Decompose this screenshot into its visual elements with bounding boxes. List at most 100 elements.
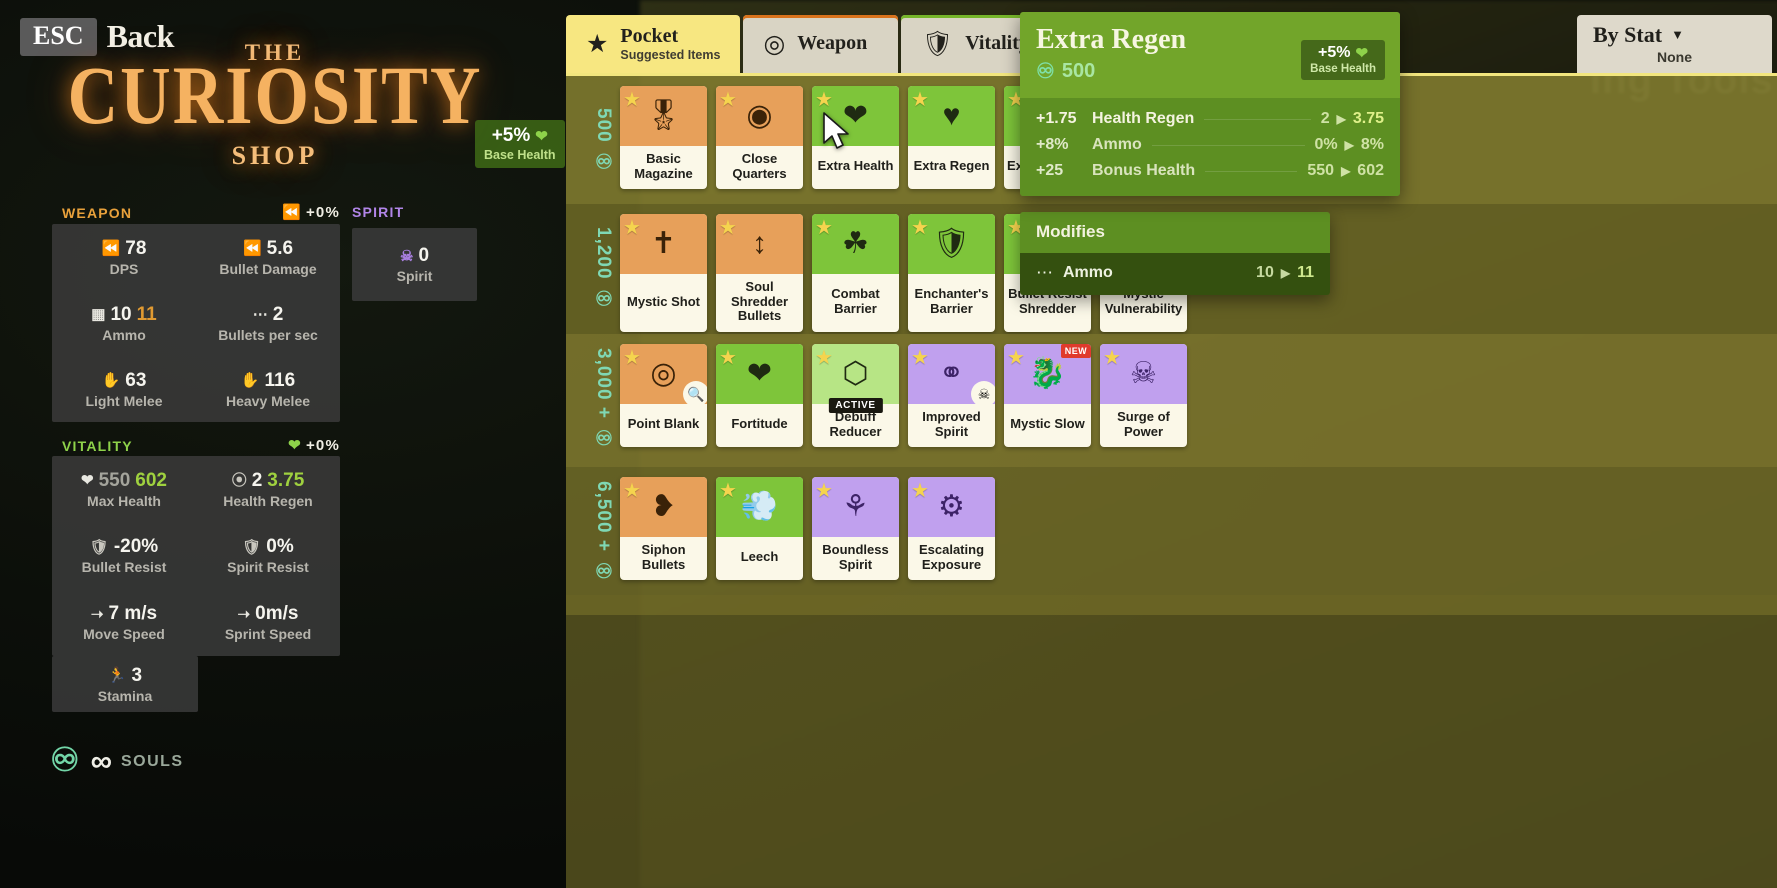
star-icon: ★ bbox=[911, 217, 929, 239]
stat-label: Bullet Resist bbox=[81, 559, 167, 576]
item-card[interactable]: ★ ↕ Soul Shredder Bullets bbox=[716, 214, 803, 332]
item-card[interactable]: ★ 🎖 Basic Magazine bbox=[620, 86, 707, 190]
tooltip-stat-delta: +1.75 bbox=[1036, 110, 1077, 128]
stat-health-regen: ⦿ 2 3.75 Health Regen bbox=[196, 456, 340, 523]
tooltip-stat-new: 602 bbox=[1357, 162, 1384, 180]
regen-icon: ⦿ bbox=[231, 472, 247, 490]
chevron-down-icon: ▼ bbox=[1671, 27, 1684, 42]
tooltip-stats: +1.75 Health Regen 2 ▶ 3.75 +8% Ammo 0% … bbox=[1020, 98, 1400, 197]
item-card[interactable]: ★ 🐉 NEW Mystic Slow bbox=[1004, 344, 1091, 448]
stat-label: Light Melee bbox=[85, 392, 163, 409]
star-icon: ★ bbox=[815, 480, 833, 502]
tooltip-stat-row: +25 Bonus Health 550 ▶ 602 bbox=[1036, 158, 1384, 184]
item-card[interactable]: ★ ❤ Fortitude bbox=[716, 344, 803, 448]
sort-value: None bbox=[1657, 49, 1692, 65]
star-icon: ★ bbox=[815, 347, 833, 369]
row-price: ♾ 500 bbox=[586, 86, 620, 196]
tooltip-stat-old: 550 bbox=[1307, 162, 1335, 180]
item-card[interactable]: ★ ⚙ Escalating Exposure bbox=[908, 477, 995, 581]
stat-value: 7 m/s bbox=[108, 603, 158, 625]
divider bbox=[1205, 170, 1298, 172]
heart-icon: ❤ bbox=[288, 437, 302, 454]
tooltip-stat-delta: +25 bbox=[1036, 162, 1064, 180]
tab-pocket[interactable]: ★ Pocket Suggested Items bbox=[566, 15, 741, 73]
tab-title: Pocket bbox=[620, 24, 679, 47]
spirit-icon: ☠ bbox=[971, 381, 995, 407]
base-health-badge: +5% ❤ Base Health bbox=[475, 120, 565, 168]
tooltip-stat-new: 8% bbox=[1360, 136, 1384, 154]
item-card[interactable]: ★ ☠ Surge of Power bbox=[1100, 344, 1187, 448]
stat-value: 5.6 bbox=[266, 237, 294, 259]
item-card[interactable]: ★ ⚘ Boundless Spirit bbox=[812, 477, 899, 581]
stat-value: 2 bbox=[251, 469, 263, 491]
souls-orb-icon: ♾ bbox=[592, 286, 614, 312]
stat-value: 10 bbox=[110, 303, 132, 325]
tooltip-stat-new: 3.75 bbox=[1352, 110, 1384, 128]
star-icon: ★ bbox=[719, 480, 737, 502]
stat-label: Ammo bbox=[102, 326, 146, 343]
stat-value: -20% bbox=[113, 536, 159, 558]
weapon-percent-value: +0% bbox=[305, 204, 340, 221]
siphon-icon: ❥ bbox=[650, 490, 677, 523]
new-badge: NEW bbox=[1060, 344, 1091, 358]
base-health-value: +5% bbox=[491, 125, 531, 146]
item-card[interactable]: ★ ⚭ ☠ Improved Spirit bbox=[908, 344, 995, 448]
sort-by-stat-dropdown[interactable]: By Stat ▼ None bbox=[1577, 15, 1772, 73]
modifies-stat-old: 10 bbox=[1256, 264, 1274, 281]
star-icon: ★ bbox=[911, 347, 929, 369]
divider bbox=[1204, 118, 1311, 120]
row-price-value: 6,500 + bbox=[593, 480, 614, 552]
ammo-icon: ⋯ bbox=[1036, 263, 1053, 282]
item-card[interactable]: ★ 🛡 Enchanter's Barrier bbox=[908, 214, 995, 332]
stat-value: 0 bbox=[418, 245, 430, 266]
vitality-category-label: VITALITY bbox=[62, 437, 133, 454]
souls-label: SOULS bbox=[120, 752, 184, 770]
mouse-cursor bbox=[823, 112, 849, 149]
modifies-row: ⋯ Ammo 10 ▶ 11 bbox=[1036, 263, 1314, 283]
mystic-slow-icon: 🐉 bbox=[1028, 357, 1067, 390]
modifies-header: Modifies bbox=[1020, 212, 1330, 253]
tab-title: Weapon bbox=[797, 32, 868, 55]
tab-weapon[interactable]: ◎ Weapon bbox=[743, 15, 899, 73]
item-name: Combat Barrier bbox=[831, 286, 880, 316]
item-card[interactable]: ★ ✝ Mystic Shot bbox=[620, 214, 707, 332]
item-card[interactable]: ★ ⬡ ACTIVE Debuff Reducer bbox=[812, 344, 899, 448]
left-stats-panel: ESC Back THE CURIOSITY SHOP +5% ❤ Base H… bbox=[0, 0, 566, 888]
weapon-category-percent: ⏪ +0% bbox=[282, 204, 340, 221]
stat-label: Stamina bbox=[97, 687, 153, 704]
item-card[interactable]: ★ ♥ Extra Regen bbox=[908, 86, 995, 190]
vitality-category-header: VITALITY ❤ +0% bbox=[62, 437, 340, 454]
item-name: Improved Spirit bbox=[922, 409, 981, 439]
weapon-category-label: WEAPON bbox=[62, 204, 133, 221]
weapon-icon: ⏪ bbox=[101, 240, 121, 257]
shield-icon: 🛡 bbox=[89, 538, 109, 556]
item-card[interactable]: ★ ❥ Siphon Bullets bbox=[620, 477, 707, 581]
shop-tabs: ★ Pocket Suggested Items ◎ Weapon 🛡 Vita… bbox=[566, 15, 1059, 73]
item-row: ♾ 3,000 + ★ ◎ 🔍 Point Blank ★ ❤ Fortitude ★ ⬡… bbox=[566, 334, 1777, 467]
vitality-stats-card: ❤ 550 602 Max Health ⦿ 2 3.75 Health Reg… bbox=[52, 456, 340, 656]
souls-orb-icon: ♾ bbox=[592, 558, 614, 584]
item-name: Point Blank bbox=[627, 416, 700, 432]
star-icon: ★ bbox=[719, 217, 737, 239]
item-card[interactable]: ★ 💨 Leech bbox=[716, 477, 803, 581]
vitality-percent-value: +0% bbox=[305, 437, 340, 454]
row-price: ♾ 1,200 bbox=[586, 214, 620, 324]
stat-value: 78 bbox=[125, 237, 147, 259]
stat-value: 550 bbox=[98, 469, 131, 491]
weapon-icon: ⏪ bbox=[242, 240, 262, 257]
spirit-category-label: SPIRIT bbox=[352, 204, 405, 220]
tooltip-stat-name: Health Regen bbox=[1092, 110, 1195, 128]
item-row: ♾ 6,500 + ★ ❥ Siphon Bullets ★ 💨 Leech ★ ⚘ B… bbox=[566, 467, 1777, 595]
item-card[interactable]: ★ ◎ 🔍 Point Blank bbox=[620, 344, 707, 448]
shop-logo: THE CURIOSITY SHOP bbox=[60, 40, 490, 180]
stat-value: 0% bbox=[266, 536, 294, 558]
item-card[interactable]: ★ ☘ Combat Barrier bbox=[812, 214, 899, 332]
stat-move-speed: ➝ 7 m/s Move Speed bbox=[52, 589, 196, 656]
leech-icon: 💨 bbox=[740, 490, 779, 523]
shield-icon: 🛡 bbox=[242, 538, 262, 556]
stat-label: Spirit Resist bbox=[227, 559, 309, 576]
tooltip-stat-delta: +8% bbox=[1036, 136, 1069, 154]
stat-bullet-damage: ⏪ 5.6 Bullet Damage bbox=[196, 224, 340, 290]
item-card[interactable]: ★ ◉ Close Quarters bbox=[716, 86, 803, 190]
scope-icon: 🔍 bbox=[683, 381, 707, 407]
